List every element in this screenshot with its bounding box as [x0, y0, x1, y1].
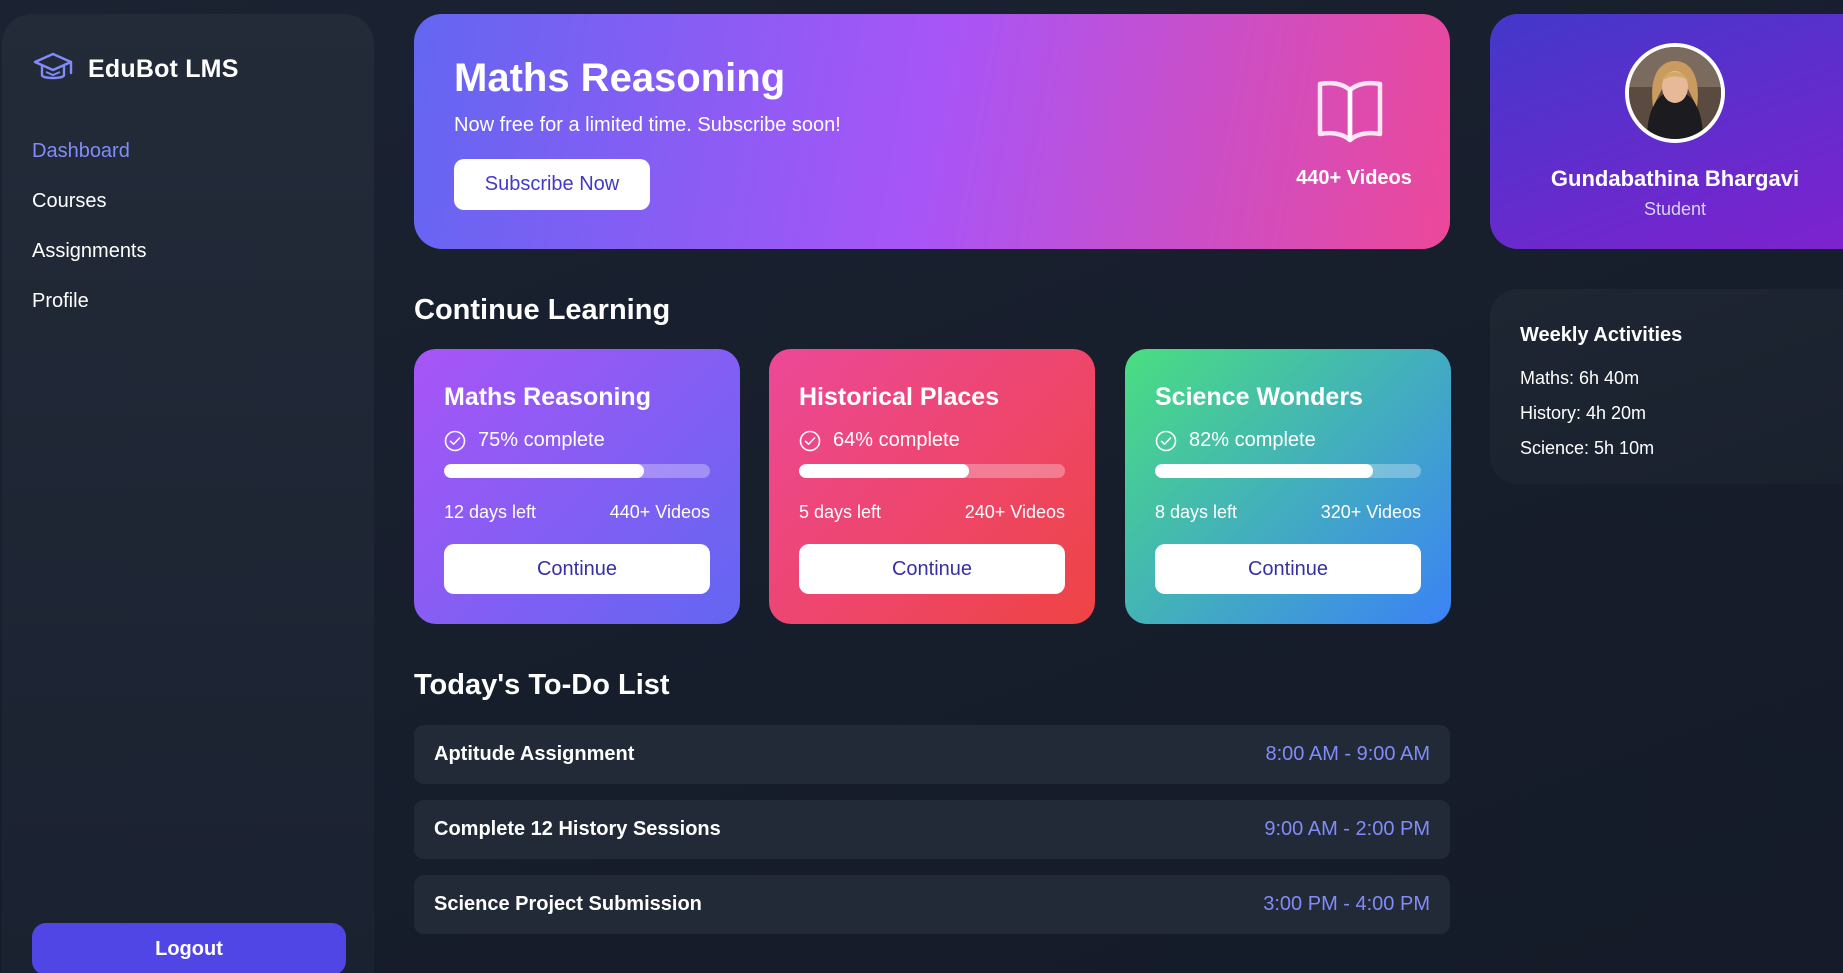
weekly-activities-list: Maths: 6h 40m History: 4h 20m Science: 5… [1520, 361, 1654, 466]
course-progress-text: 82% complete [1189, 429, 1316, 451]
progress-bar [799, 464, 1065, 478]
course-days-left: 12 days left [444, 502, 537, 522]
weekly-activities-title: Weekly Activities [1520, 324, 1683, 346]
course-video-count: 440+ Videos [609, 502, 710, 522]
progress-bar-fill [799, 464, 970, 478]
sidebar-item-profile[interactable]: Profile [32, 276, 147, 326]
course-days-left: 8 days left [1155, 502, 1238, 522]
course-progress-row: 64% complete [799, 429, 960, 452]
todo-time: 3:00 PM - 4:00 PM [1263, 893, 1430, 915]
sidebar-item-assignments[interactable]: Assignments [32, 226, 147, 276]
progress-bar-fill [444, 464, 644, 478]
weekly-activity-item: Science: 5h 10m [1520, 438, 1655, 458]
todo-item[interactable]: Aptitude Assignment 8:00 AM - 9:00 AM [414, 725, 1450, 784]
course-progress-row: 75% complete [444, 429, 605, 452]
avatar-photo-icon [1629, 47, 1721, 139]
subscribe-button[interactable]: Subscribe Now [454, 159, 650, 210]
hero-subtitle: Now free for a limited time. Subscribe s… [454, 114, 841, 136]
check-circle-icon [1155, 430, 1177, 451]
course-video-count: 320+ Videos [1320, 502, 1421, 522]
sidebar-item-courses[interactable]: Courses [32, 176, 147, 226]
check-circle-icon [444, 430, 466, 451]
continue-button[interactable]: Continue [1155, 544, 1421, 594]
profile-name: Gundabathina Bhargavi [1550, 166, 1800, 191]
hero-banner: Maths Reasoning Now free for a limited t… [414, 14, 1450, 249]
weekly-activity-item: History: 4h 20m [1520, 403, 1647, 423]
todo-task: Science Project Submission [434, 893, 702, 915]
course-progress-text: 75% complete [478, 429, 605, 451]
course-days-left: 5 days left [799, 502, 882, 522]
graduation-cap-icon [33, 52, 73, 80]
course-progress-text: 64% complete [833, 429, 960, 451]
todo-heading: Today's To-Do List [414, 669, 670, 701]
app-root: EduBot LMS Dashboard Courses Assignments… [0, 0, 1843, 973]
course-card: Maths Reasoning 75% complete 12 days lef… [414, 349, 740, 624]
todo-item[interactable]: Science Project Submission 3:00 PM - 4:0… [414, 875, 1450, 934]
continue-button[interactable]: Continue [444, 544, 710, 594]
weekly-activities-card: Weekly Activities Maths: 6h 40m History:… [1490, 289, 1843, 484]
course-video-count: 240+ Videos [964, 502, 1065, 522]
course-card: Science Wonders 82% complete 8 days left… [1125, 349, 1451, 624]
sidebar-nav: Dashboard Courses Assignments Profile [32, 126, 147, 326]
avatar[interactable] [1625, 43, 1725, 143]
weekly-activity-item: Maths: 6h 40m [1520, 368, 1640, 388]
course-title: Historical Places [799, 383, 1000, 411]
course-card: Historical Places 64% complete 5 days le… [769, 349, 1095, 624]
course-title: Maths Reasoning [444, 383, 651, 411]
sidebar-item-dashboard[interactable]: Dashboard [32, 126, 147, 176]
sidebar: EduBot LMS Dashboard Courses Assignments… [2, 14, 374, 973]
hero-video-count: 440+ Videos [1296, 167, 1412, 189]
todo-item[interactable]: Complete 12 History Sessions 9:00 AM - 2… [414, 800, 1450, 859]
brand[interactable]: EduBot LMS [32, 48, 239, 90]
course-progress-row: 82% complete [1155, 429, 1316, 452]
course-title: Science Wonders [1155, 383, 1363, 411]
progress-bar-fill [1155, 464, 1374, 478]
profile-role: Student [1643, 199, 1707, 219]
check-circle-icon [799, 430, 821, 451]
progress-bar [1155, 464, 1421, 478]
hero-title: Maths Reasoning [454, 56, 786, 100]
progress-bar [444, 464, 710, 478]
todo-time: 9:00 AM - 2:00 PM [1264, 818, 1430, 840]
brand-name: EduBot LMS [88, 54, 239, 83]
logout-button[interactable]: Logout [32, 923, 346, 973]
open-book-icon [1317, 80, 1383, 143]
todo-time: 8:00 AM - 9:00 AM [1265, 743, 1430, 765]
profile-card: Gundabathina Bhargavi Student [1490, 14, 1843, 249]
todo-task: Complete 12 History Sessions [434, 818, 721, 840]
todo-task: Aptitude Assignment [434, 743, 635, 765]
continue-learning-heading: Continue Learning [414, 294, 671, 326]
continue-button[interactable]: Continue [799, 544, 1065, 594]
